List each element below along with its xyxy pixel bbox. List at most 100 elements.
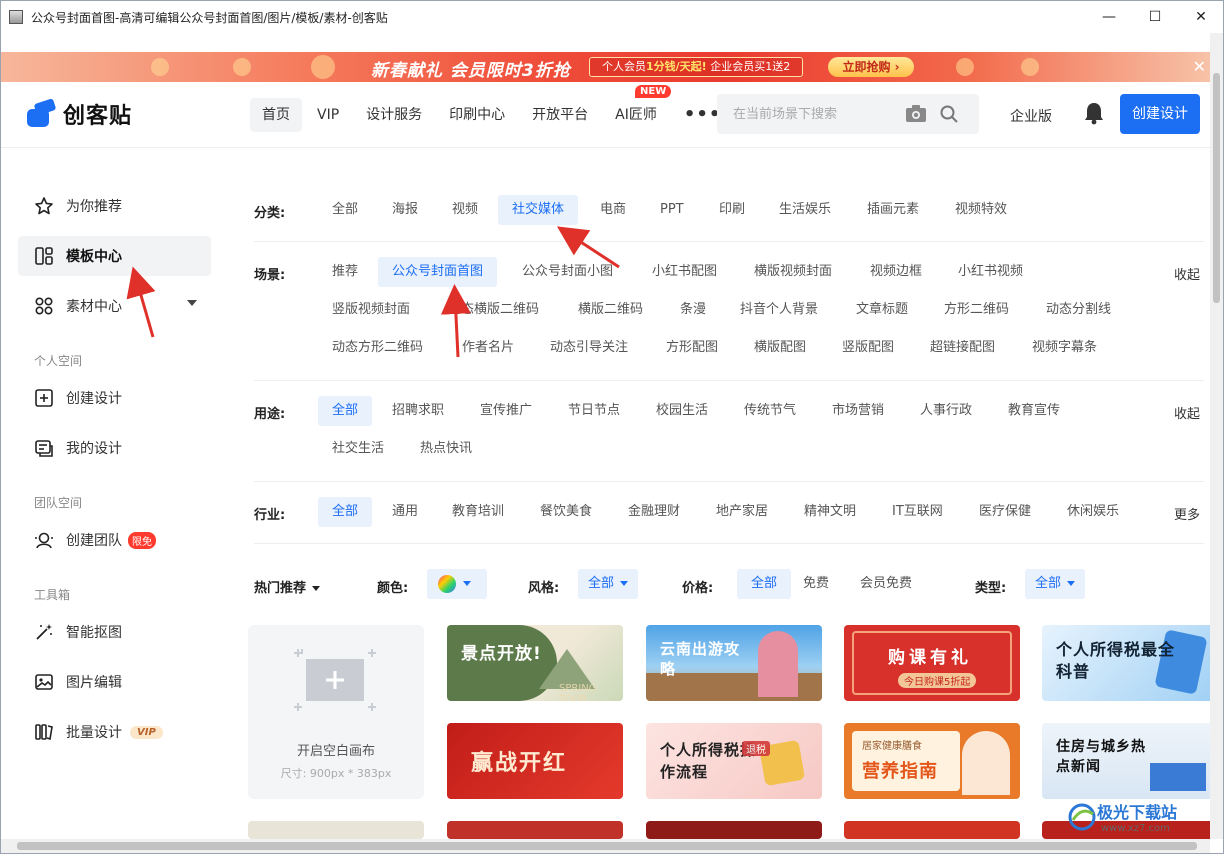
category-item-selected[interactable]: 社交媒体 <box>498 195 579 225</box>
industry-item[interactable]: 通用 <box>378 497 432 527</box>
template-card-partial[interactable] <box>844 821 1020 839</box>
camera-icon[interactable] <box>905 104 927 124</box>
template-card[interactable]: 购课有礼 今日购课5折起 <box>844 625 1020 701</box>
vertical-scrollbar[interactable] <box>1210 33 1223 839</box>
price-item[interactable]: 免费 <box>789 569 843 599</box>
category-item[interactable]: 插画元素 <box>853 195 933 225</box>
nav-open-platform[interactable]: 开放平台 <box>520 98 600 132</box>
scene-item[interactable]: 动态横版二维码 <box>434 295 553 325</box>
category-item[interactable]: 电商 <box>586 195 640 225</box>
industry-more-toggle[interactable]: 更多 <box>1174 504 1200 523</box>
scene-item[interactable]: 视频字幕条 <box>1018 333 1111 363</box>
price-item[interactable]: 会员免费 <box>846 569 926 599</box>
color-dropdown[interactable] <box>427 569 487 599</box>
scene-item[interactable]: 作者名片 <box>448 333 528 363</box>
search-icon[interactable] <box>939 104 959 124</box>
chevron-down-icon[interactable] <box>187 300 197 306</box>
template-card[interactable]: 个人所得税操作流程 退税 <box>646 723 822 799</box>
banner-cta-button[interactable]: 立即抢购 › <box>828 57 914 77</box>
scene-item[interactable]: 动态分割线 <box>1032 295 1125 325</box>
sidebar-item-materials[interactable]: 素材中心 <box>18 286 211 326</box>
scroll-thumb[interactable] <box>17 842 1197 850</box>
scene-item[interactable]: 动态引导关注 <box>536 333 642 363</box>
promo-banner[interactable]: 新春献礼 会员限时3折抢 个人会员1分钱/天起! 企业会员买1送2 立即抢购 ›… <box>1 52 1210 82</box>
style-dropdown[interactable]: 全部 <box>578 569 639 599</box>
usage-item[interactable]: 社交生活 <box>318 434 398 464</box>
scene-item[interactable]: 抖音个人背景 <box>726 295 832 325</box>
sidebar-item-create-team[interactable]: 创建团队 限免 <box>18 520 211 560</box>
scene-item[interactable]: 横版配图 <box>740 333 820 363</box>
template-card-partial[interactable] <box>646 821 822 839</box>
scene-item[interactable]: 竖版配图 <box>828 333 908 363</box>
industry-item[interactable]: 医疗保健 <box>965 497 1045 527</box>
template-card[interactable]: 个人所得税最全科普 <box>1042 625 1218 701</box>
template-card-partial[interactable] <box>447 821 623 839</box>
usage-item[interactable]: 招聘求职 <box>378 396 458 426</box>
industry-item-selected[interactable]: 全部 <box>318 497 373 527</box>
category-item[interactable]: 生活娱乐 <box>765 195 845 225</box>
sidebar-item-cutout[interactable]: 智能抠图 <box>18 612 211 652</box>
usage-item[interactable]: 教育宣传 <box>994 396 1074 426</box>
bell-icon[interactable] <box>1083 101 1105 125</box>
blank-canvas-card[interactable]: 开启空白画布 尺寸: 900px * 383px <box>248 625 424 799</box>
industry-item[interactable]: 休闲娱乐 <box>1053 497 1133 527</box>
usage-item[interactable]: 宣传推广 <box>466 396 546 426</box>
type-dropdown[interactable]: 全部 <box>1025 569 1086 599</box>
enterprise-link[interactable]: 企业版 <box>1010 106 1052 126</box>
scene-item[interactable]: 横版二维码 <box>564 295 657 325</box>
category-item[interactable]: 视频 <box>438 195 492 225</box>
nav-print-center[interactable]: 印刷中心 <box>437 98 517 132</box>
scene-item[interactable]: 视频边框 <box>856 257 936 287</box>
scene-item[interactable]: 竖版视频封面 <box>318 295 424 325</box>
template-card-partial[interactable] <box>248 821 424 839</box>
industry-item[interactable]: 金融理财 <box>614 497 694 527</box>
usage-item[interactable]: 热点快讯 <box>406 434 486 464</box>
sidebar-item-batch-design[interactable]: 批量设计 VIP <box>18 712 211 752</box>
sidebar-item-recommend[interactable]: 为你推荐 <box>18 186 211 226</box>
banner-close-icon[interactable]: ✕ <box>1193 57 1206 76</box>
close-button[interactable]: ✕ <box>1178 1 1223 33</box>
scene-collapse-toggle[interactable]: 收起 <box>1174 264 1200 283</box>
sidebar-item-create-design[interactable]: 创建设计 <box>18 378 211 418</box>
nav-design-service[interactable]: 设计服务 <box>354 98 434 132</box>
category-item[interactable]: 海报 <box>378 195 432 225</box>
search-input[interactable] <box>717 94 897 134</box>
template-card[interactable]: 赢战开红 <box>447 723 623 799</box>
industry-item[interactable]: 餐饮美食 <box>526 497 606 527</box>
scene-item[interactable]: 公众号封面小图 <box>508 257 627 287</box>
category-item[interactable]: 视频特效 <box>941 195 1021 225</box>
usage-item[interactable]: 市场营销 <box>818 396 898 426</box>
sort-dropdown[interactable]: 热门推荐 <box>254 577 321 596</box>
category-item[interactable]: 全部 <box>318 195 372 225</box>
scene-item[interactable]: 文章标题 <box>842 295 922 325</box>
scene-item[interactable]: 横版视频封面 <box>740 257 846 287</box>
category-item[interactable]: 印刷 <box>705 195 759 225</box>
create-design-button[interactable]: 创建设计 <box>1120 94 1200 134</box>
usage-item-selected[interactable]: 全部 <box>318 396 373 426</box>
nav-ai-craftsman[interactable]: AI匠师 <box>603 98 669 132</box>
industry-item[interactable]: 精神文明 <box>790 497 870 527</box>
template-card[interactable]: 景点开放! SPRING TOUR <box>447 625 623 701</box>
template-card[interactable]: 住房与城乡热点新闻 <box>1042 723 1218 799</box>
usage-item[interactable]: 传统节气 <box>730 396 810 426</box>
search-box[interactable] <box>717 94 979 134</box>
sidebar-item-templates[interactable]: 模板中心 <box>18 236 211 276</box>
industry-item[interactable]: 教育培训 <box>438 497 518 527</box>
usage-item[interactable]: 人事行政 <box>906 396 986 426</box>
horizontal-scrollbar[interactable] <box>1 839 1210 853</box>
usage-item[interactable]: 校园生活 <box>642 396 722 426</box>
maximize-button[interactable]: ☐ <box>1132 1 1178 33</box>
industry-item[interactable]: 地产家居 <box>702 497 782 527</box>
nav-home[interactable]: 首页 <box>250 98 302 132</box>
category-item[interactable]: PPT <box>646 195 698 225</box>
template-card[interactable]: 居家健康膳食 营养指南 <box>844 723 1020 799</box>
sidebar-item-my-design[interactable]: 我的设计 <box>18 428 211 468</box>
scene-item[interactable]: 条漫 <box>666 295 720 325</box>
scene-item[interactable]: 小红书配图 <box>638 257 731 287</box>
nav-vip[interactable]: VIP <box>305 98 351 132</box>
industry-item[interactable]: IT互联网 <box>878 497 957 527</box>
scene-item[interactable]: 方形二维码 <box>930 295 1023 325</box>
usage-item[interactable]: 节日节点 <box>554 396 634 426</box>
logo[interactable]: 创客贴 <box>25 98 132 130</box>
scroll-thumb[interactable] <box>1213 73 1220 303</box>
